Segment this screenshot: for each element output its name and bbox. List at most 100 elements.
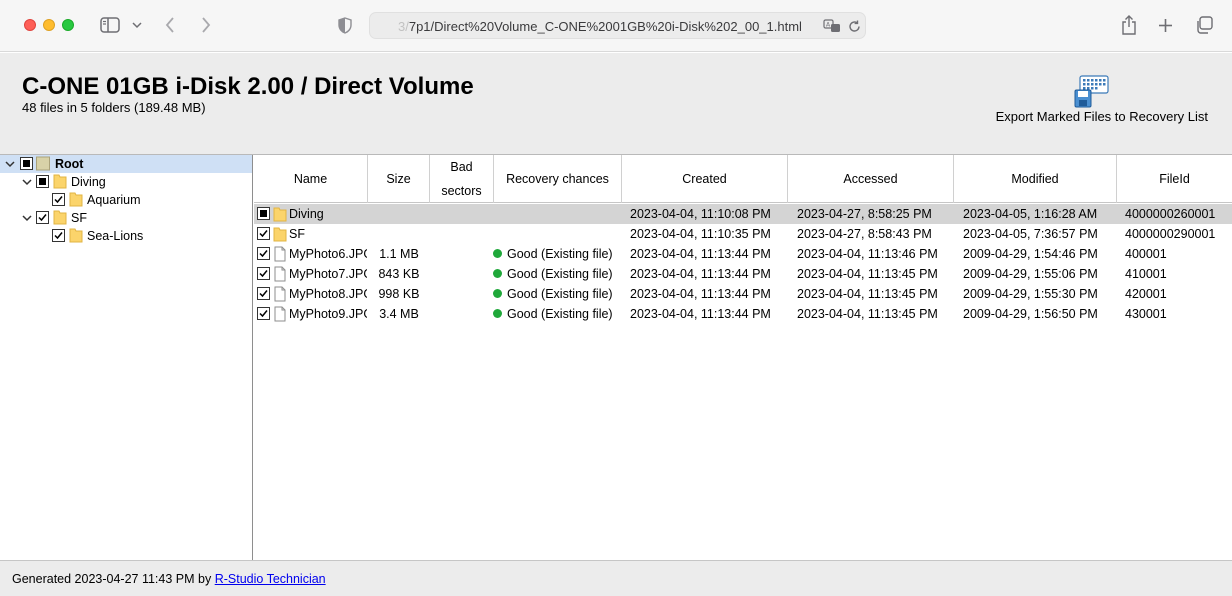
export-label[interactable]: Export Marked Files to Recovery List — [996, 109, 1208, 124]
shield-icon[interactable] — [337, 16, 353, 34]
bad-sectors-line-1: Bad — [450, 160, 473, 174]
cell-fileid: 400001 — [1125, 247, 1232, 261]
table-row[interactable]: MyPhoto6.JPG 1.1 MB Good (Existing file) 20… — [254, 244, 1232, 264]
row-checkbox[interactable] — [257, 247, 270, 260]
tree-item-aquarium[interactable]: Aquarium — [0, 191, 252, 209]
close-window-button[interactable] — [24, 19, 36, 31]
tree-item-root[interactable]: Root — [0, 155, 252, 173]
folder-icon — [53, 174, 67, 189]
cell-created: 2023-04-04, 11:13:44 PM — [630, 287, 788, 301]
column-header-modified[interactable]: Modified — [954, 155, 1117, 203]
sidebar-icon[interactable] — [99, 16, 121, 34]
page-subtitle: 48 files in 5 folders (189.48 MB) — [22, 100, 206, 115]
table-row[interactable]: MyPhoto9.JPG 3.4 MB Good (Existing file) 20… — [254, 304, 1232, 324]
reload-icon[interactable] — [847, 19, 861, 33]
row-checkbox[interactable] — [257, 207, 270, 220]
row-checkbox[interactable] — [257, 267, 270, 280]
folder-tree: Root Diving Aquarium SF Sea-Lions — [0, 155, 253, 560]
cell-fileid: 4000000290001 — [1125, 227, 1232, 241]
folder-icon — [69, 192, 83, 207]
url-path: 7p1/Direct%20Volume_C-ONE%2001GB%20i-Dis… — [408, 19, 802, 34]
column-header-fileid[interactable]: FileId — [1117, 155, 1232, 203]
cell-text: 2023-04-27, 8:58:25 PM — [797, 207, 932, 221]
tree-label-root[interactable]: Root — [55, 157, 83, 171]
cell-name: MyPhoto9.JPG — [289, 307, 367, 321]
cell-created: 2023-04-04, 11:10:35 PM — [630, 227, 788, 241]
cell-modified: 2009-04-29, 1:55:30 PM — [963, 287, 1117, 301]
column-header-accessed[interactable]: Accessed — [788, 155, 954, 203]
tree-label-aquarium[interactable]: Aquarium — [87, 193, 141, 207]
cell-fileid: 4000000260001 — [1125, 207, 1232, 221]
table-row[interactable]: Diving 2023-04-04, 11:10:08 PM 2023-04-27,… — [254, 204, 1232, 224]
chevron-down-icon[interactable] — [131, 20, 143, 30]
chevron-down-icon[interactable] — [22, 213, 32, 223]
column-header-name[interactable]: Name — [254, 155, 368, 203]
row-checkbox[interactable] — [257, 227, 270, 240]
cell-text: 4000000260001 — [1125, 207, 1216, 221]
folder-icon — [69, 228, 83, 243]
cell-text: 2023-04-04, 11:13:45 PM — [797, 267, 938, 281]
tree-checkbox[interactable] — [52, 229, 65, 242]
cell-recovery: Good (Existing file) — [493, 247, 621, 261]
cell-text: 3.4 MB — [379, 307, 419, 321]
table-row[interactable]: MyPhoto7.JPG 843 KB Good (Existing file) 20… — [254, 264, 1232, 284]
tree-checkbox[interactable] — [52, 193, 65, 206]
cell-size: 1.1 MB — [368, 247, 430, 261]
translate-icon[interactable]: A — [823, 18, 841, 34]
cell-accessed: 2023-04-04, 11:13:45 PM — [797, 287, 954, 301]
tree-item-sf[interactable]: SF — [0, 209, 252, 227]
file-icon — [274, 286, 286, 302]
table-row[interactable]: MyPhoto8.JPG 998 KB Good (Existing file) 20… — [254, 284, 1232, 304]
cell-created: 2023-04-04, 11:13:44 PM — [630, 247, 788, 261]
cell-text: 2023-04-04, 11:13:44 PM — [630, 307, 771, 321]
cell-text: 2023-04-04, 11:13:44 PM — [630, 287, 771, 301]
cell-fileid: 430001 — [1125, 307, 1232, 321]
cell-text: SF — [289, 227, 305, 241]
share-icon[interactable] — [1120, 14, 1138, 36]
cell-accessed: 2023-04-27, 8:58:25 PM — [797, 207, 954, 221]
file-icon — [274, 266, 286, 282]
chevron-down-icon[interactable] — [5, 159, 15, 169]
cell-accessed: 2023-04-04, 11:13:45 PM — [797, 267, 954, 281]
column-header-size[interactable]: Size — [368, 155, 430, 203]
status-dot-icon — [493, 249, 502, 258]
tree-checkbox[interactable] — [20, 157, 33, 170]
zoom-window-button[interactable] — [62, 19, 74, 31]
chevron-down-icon[interactable] — [22, 177, 32, 187]
export-marked-files-button[interactable]: Export Marked Files to Recovery List — [988, 75, 1208, 135]
cell-text: 430001 — [1125, 307, 1167, 321]
tree-label-sea-lions[interactable]: Sea-Lions — [87, 229, 143, 243]
cell-modified: 2023-04-05, 7:36:57 PM — [963, 227, 1117, 241]
generated-text: Generated 2023-04-27 11:43 PM by — [12, 572, 215, 586]
cell-text: 2009-04-29, 1:55:06 PM — [963, 267, 1098, 281]
tree-checkbox[interactable] — [36, 211, 49, 224]
tree-label-sf[interactable]: SF — [71, 211, 87, 225]
address-bar[interactable]: 3/7p1/Direct%20Volume_C-ONE%2001GB%20i-D… — [369, 12, 866, 39]
status-dot-icon — [493, 289, 502, 298]
row-checkbox[interactable] — [257, 287, 270, 300]
plus-icon[interactable] — [1157, 17, 1173, 33]
row-checkbox[interactable] — [257, 307, 270, 320]
minimize-window-button[interactable] — [43, 19, 55, 31]
cell-text: 2023-04-04, 11:13:45 PM — [797, 287, 938, 301]
forward-arrow-icon[interactable] — [199, 16, 213, 34]
cell-text: 2023-04-04, 11:13:44 PM — [630, 267, 771, 281]
tree-checkbox[interactable] — [36, 175, 49, 188]
column-header-created[interactable]: Created — [622, 155, 788, 203]
column-header-bad-sectors[interactable]: Bad sectors — [430, 155, 494, 203]
column-header-recovery-chances[interactable]: Recovery chances — [494, 155, 622, 203]
url-text[interactable]: 3/7p1/Direct%20Volume_C-ONE%2001GB%20i-D… — [398, 19, 818, 34]
table-row[interactable]: SF 2023-04-04, 11:10:35 PM 2023-04-27, 8:5… — [254, 224, 1232, 244]
tree-label-diving[interactable]: Diving — [71, 175, 106, 189]
tree-item-sea-lions[interactable]: Sea-Lions — [0, 227, 252, 245]
footer-text: Generated 2023-04-27 11:43 PM by R-Studi… — [12, 572, 326, 586]
export-list-icon[interactable] — [1074, 75, 1110, 109]
cell-name: MyPhoto7.JPG — [289, 267, 367, 281]
tabs-icon[interactable] — [1194, 16, 1214, 34]
rstudio-link[interactable]: R-Studio Technician — [215, 572, 326, 586]
tree-item-diving[interactable]: Diving — [0, 173, 252, 191]
cell-text: 4000000290001 — [1125, 227, 1216, 241]
folder-icon — [273, 227, 287, 242]
cell-text: 2009-04-29, 1:54:46 PM — [963, 247, 1098, 261]
back-arrow-icon[interactable] — [163, 16, 177, 34]
